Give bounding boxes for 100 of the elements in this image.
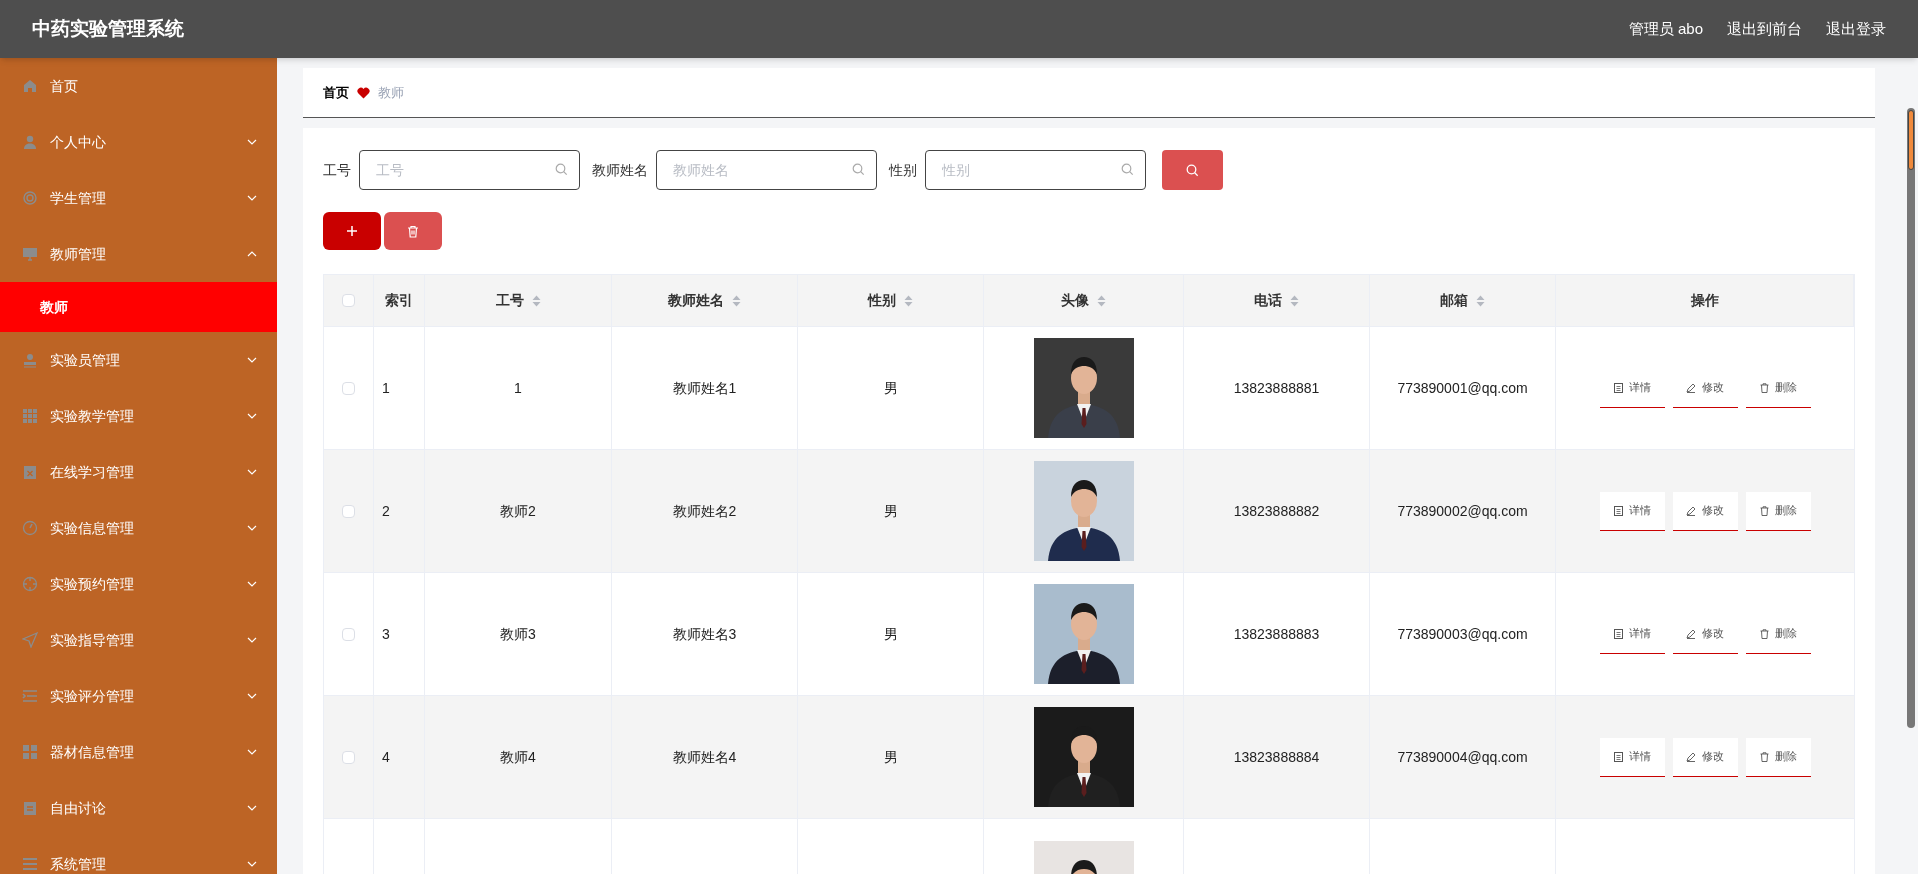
action-button[interactable]: 删除: [1745, 737, 1811, 777]
table-cell-text: 教师姓名3: [672, 624, 737, 644]
menu-icon: [22, 632, 38, 648]
document-icon: [1613, 505, 1623, 516]
table-cell-text: 1: [514, 378, 522, 398]
app-title: 中药实验管理系统: [32, 16, 184, 41]
add-button[interactable]: [323, 212, 381, 250]
sidebar-item[interactable]: 实验预约管理: [0, 556, 277, 612]
table-cell-text: 教师3: [500, 624, 536, 644]
menu-icon: [22, 190, 38, 206]
table-cell-text: 2: [382, 501, 390, 521]
action-button[interactable]: 详情: [1599, 491, 1665, 531]
filter-label: 教师姓名: [592, 160, 648, 180]
menu-icon: [22, 856, 38, 872]
table-cell-text: 13823888883: [1233, 624, 1320, 644]
table-cell-text: 教师姓名2: [672, 501, 737, 521]
table-cell-text: 13823888881: [1233, 378, 1320, 398]
trash-icon: [407, 224, 419, 238]
trash-icon: [1759, 751, 1769, 762]
menu-icon: [22, 352, 38, 368]
table-cell-text: 773890002@qq.com: [1397, 501, 1528, 521]
search-icon: [555, 163, 568, 176]
search-icon: [1186, 163, 1199, 177]
menu-icon: [22, 688, 38, 704]
table-cell-text: 教师2: [500, 501, 536, 521]
filter-label: 性别: [889, 160, 917, 180]
sidebar-item[interactable]: 教师管理: [0, 226, 277, 282]
sort-icon[interactable]: [1097, 294, 1106, 307]
search-icon: [1121, 163, 1134, 176]
document-icon: [1613, 628, 1623, 639]
checkbox[interactable]: [342, 381, 355, 395]
pencil-icon: [1686, 628, 1696, 639]
table-cell-text: 773890001@qq.com: [1397, 378, 1528, 398]
column-header: 教师姓名: [668, 291, 724, 310]
sort-icon[interactable]: [1476, 294, 1485, 307]
sidebar-item[interactable]: 器材信息管理: [0, 724, 277, 780]
breadcrumb-item: 教师: [378, 83, 404, 102]
search-field[interactable]: 教师姓名: [656, 150, 877, 190]
column-header: 性别: [868, 291, 896, 310]
sidebar-subitem[interactable]: 教师: [0, 282, 277, 332]
trash-icon: [1759, 505, 1769, 516]
document-icon: [1613, 382, 1623, 393]
checkbox[interactable]: [342, 294, 355, 307]
sidebar-item[interactable]: 实验信息管理: [0, 500, 277, 556]
sort-icon[interactable]: [531, 294, 541, 307]
table-cell-text: 773890004@qq.com: [1397, 747, 1528, 767]
menu-icon: [22, 800, 38, 816]
sidebar-item[interactable]: 实验指导管理: [0, 612, 277, 668]
column-header: 索引: [385, 291, 413, 310]
header-link[interactable]: 退出到前台: [1727, 17, 1802, 41]
checkbox[interactable]: [342, 750, 355, 764]
sidebar-item[interactable]: 实验评分管理: [0, 668, 277, 724]
sidebar-item[interactable]: 个人中心: [0, 114, 277, 170]
sort-icon[interactable]: [904, 294, 913, 307]
menu-icon: [22, 744, 38, 760]
pencil-icon: [1686, 751, 1696, 762]
action-button[interactable]: 修改: [1672, 737, 1738, 777]
delete-button[interactable]: [384, 212, 442, 250]
breadcrumb-item[interactable]: 首页: [323, 82, 349, 103]
search-icon: [852, 163, 865, 176]
sidebar-item[interactable]: 实验教学管理: [0, 388, 277, 444]
menu-icon: [22, 576, 38, 592]
table-cell-text: 男: [883, 378, 898, 398]
menu-icon: [22, 78, 38, 94]
header-link[interactable]: 退出登录: [1826, 17, 1886, 41]
document-icon: [1613, 751, 1623, 762]
sidebar-item[interactable]: 学生管理: [0, 170, 277, 226]
column-header: 邮箱: [1440, 291, 1468, 310]
table-cell-text: 13823888884: [1233, 747, 1320, 767]
table-cell-text: 教师姓名4: [672, 747, 737, 767]
search-button[interactable]: [1162, 150, 1223, 190]
sort-icon[interactable]: [732, 294, 741, 307]
trash-icon: [1759, 382, 1769, 393]
column-header: 操作: [1690, 291, 1719, 310]
table-cell-text: 3: [382, 624, 390, 644]
sidebar-item[interactable]: 自由讨论: [0, 780, 277, 836]
sidebar-item[interactable]: 系统管理: [0, 836, 277, 874]
sidebar-item[interactable]: 首页: [0, 58, 277, 114]
pencil-icon: [1686, 382, 1696, 393]
search-field[interactable]: 工号: [359, 150, 580, 190]
sort-icon[interactable]: [1290, 294, 1299, 307]
table-cell-text: 13823888882: [1233, 501, 1320, 521]
trash-icon: [1759, 628, 1769, 639]
checkbox[interactable]: [342, 627, 355, 641]
sidebar-item[interactable]: 实验员管理: [0, 332, 277, 388]
action-button[interactable]: 详情: [1599, 737, 1665, 777]
column-header: 头像: [1061, 291, 1089, 310]
action-button[interactable]: 删除: [1745, 491, 1811, 531]
menu-icon: [22, 246, 38, 262]
header-link[interactable]: 管理员 abo: [1628, 17, 1703, 41]
column-header: 工号: [495, 291, 524, 310]
search-field[interactable]: 性别: [925, 150, 1146, 190]
menu-icon: [22, 134, 38, 150]
sidebar-item[interactable]: 在线学习管理: [0, 444, 277, 500]
table-cell-text: 1: [382, 378, 390, 398]
table-cell-text: 男: [883, 747, 898, 767]
heart-icon: [357, 86, 370, 99]
checkbox[interactable]: [342, 504, 355, 518]
menu-icon: [22, 464, 38, 480]
action-button[interactable]: 修改: [1672, 491, 1738, 531]
